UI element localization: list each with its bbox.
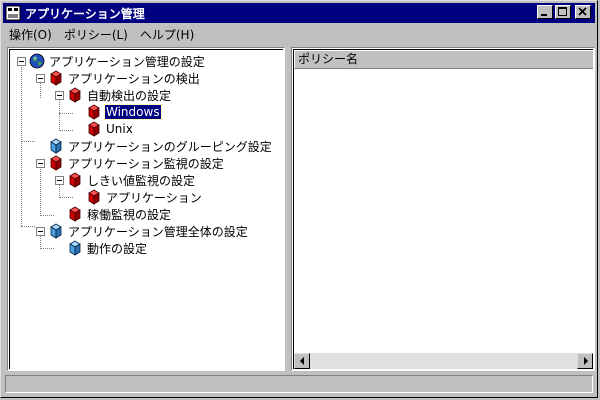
close-icon bbox=[578, 7, 587, 16]
tree-node-app-grouping[interactable]: アプリケーションのグルーピング設定 bbox=[48, 138, 273, 154]
collapse-toggle[interactable] bbox=[36, 159, 45, 168]
menu-policy[interactable]: ポリシー(L) bbox=[58, 26, 134, 43]
arrow-left-icon bbox=[300, 357, 304, 365]
tree-node-uptime[interactable]: 稼働監視の設定 bbox=[67, 206, 172, 222]
tree-node-global-settings[interactable]: アプリケーション管理全体の設定 bbox=[48, 223, 249, 239]
minimize-icon bbox=[541, 14, 547, 16]
collapse-toggle[interactable] bbox=[55, 91, 64, 100]
red-cube-icon bbox=[67, 206, 83, 222]
horizontal-scrollbar[interactable] bbox=[294, 353, 593, 369]
tree-node-app-detection[interactable]: アプリケーションの検出 bbox=[48, 70, 201, 86]
blue-cube-icon bbox=[48, 138, 64, 154]
menu-help[interactable]: ヘルプ(H) bbox=[134, 26, 200, 43]
arrow-right-icon bbox=[584, 357, 588, 365]
collapse-toggle[interactable] bbox=[36, 74, 45, 83]
minimize-button[interactable] bbox=[537, 5, 553, 19]
collapse-toggle[interactable] bbox=[55, 176, 64, 185]
maximize-button[interactable] bbox=[555, 5, 571, 19]
red-cube-icon bbox=[86, 121, 102, 137]
scroll-right-button[interactable] bbox=[577, 353, 593, 369]
blue-cube-icon bbox=[48, 223, 64, 239]
red-cube-icon bbox=[86, 104, 102, 120]
collapse-toggle[interactable] bbox=[17, 57, 26, 66]
maximize-icon bbox=[558, 7, 567, 16]
tree-node-app-monitoring[interactable]: アプリケーション監視の設定 bbox=[48, 155, 225, 171]
menu-operation[interactable]: 操作(O) bbox=[3, 26, 58, 43]
tree-node-auto-detection[interactable]: 自動検出の設定 bbox=[67, 87, 172, 103]
app-icon bbox=[5, 5, 21, 21]
column-header-policy-name[interactable]: ポリシー名 bbox=[294, 50, 593, 69]
tree-node-behavior[interactable]: 動作の設定 bbox=[67, 240, 148, 256]
main-content: アプリケーション管理の設定 アプリケーションの検出 自動検出の設定 Window… bbox=[7, 47, 595, 371]
blue-cube-icon bbox=[67, 240, 83, 256]
tree-node-application[interactable]: アプリケーション bbox=[86, 189, 203, 205]
title-bar[interactable]: アプリケーション管理 bbox=[3, 3, 595, 23]
scroll-left-button[interactable] bbox=[294, 353, 310, 369]
red-cube-icon bbox=[48, 70, 64, 86]
window-title: アプリケーション管理 bbox=[25, 6, 145, 21]
tree-node-threshold[interactable]: しきい値監視の設定 bbox=[67, 172, 196, 188]
status-bar bbox=[5, 375, 593, 393]
red-cube-icon bbox=[48, 155, 64, 171]
red-cube-icon bbox=[67, 172, 83, 188]
red-cube-icon bbox=[86, 189, 102, 205]
policy-list-pane[interactable]: ポリシー名 bbox=[291, 47, 595, 371]
menu-bar: 操作(O) ポリシー(L) ヘルプ(H) bbox=[3, 24, 595, 44]
red-cube-icon bbox=[67, 87, 83, 103]
main-window: アプリケーション管理 操作(O) ポリシー(L) ヘルプ(H) アプリケーション… bbox=[0, 0, 598, 398]
collapse-toggle[interactable] bbox=[36, 227, 45, 236]
tree-node-app-management[interactable]: アプリケーション管理の設定 bbox=[29, 53, 206, 69]
tree-node-windows[interactable]: Windows bbox=[86, 104, 162, 120]
tree-node-unix[interactable]: Unix bbox=[86, 121, 134, 137]
close-button[interactable] bbox=[575, 5, 591, 19]
tree-pane[interactable]: アプリケーション管理の設定 アプリケーションの検出 自動検出の設定 Window… bbox=[7, 47, 285, 371]
globe-icon bbox=[29, 53, 45, 69]
